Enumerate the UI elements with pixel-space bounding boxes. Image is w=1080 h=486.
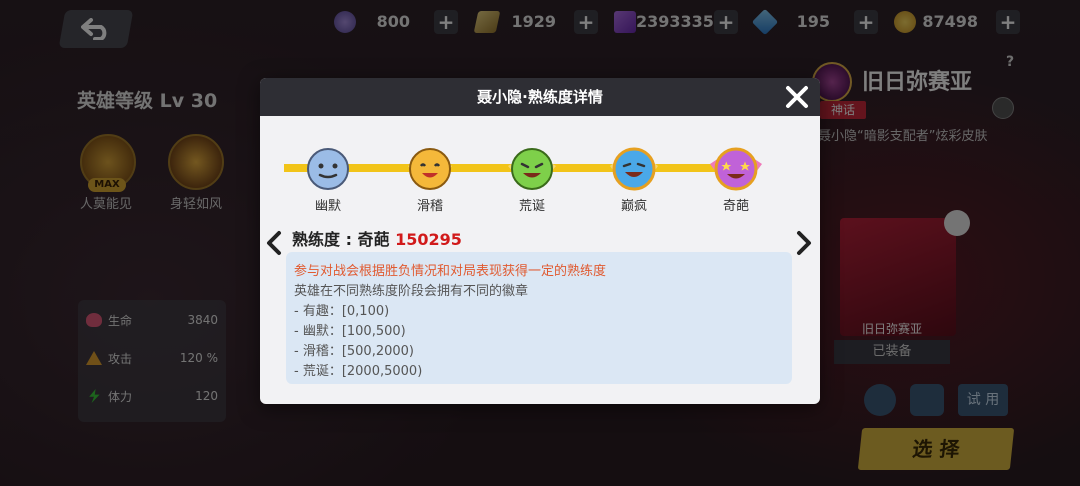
info-highlight: 参与对战会根据胜负情况和对局表现获得一定的熟练度 [294,264,607,279]
proficiency-label: 熟练度 : 奇葩 [292,230,390,249]
funny-badge-icon [408,148,452,190]
absurd-badge-icon [508,148,556,190]
info-line: - 幽默：[100,500) [294,324,406,339]
humor-badge-icon [307,148,349,190]
crazy-badge-icon [610,147,658,191]
info-line: - 滑稽：[500,2000) [294,344,414,359]
chevron-left-icon[interactable] [264,230,284,256]
level-label: 巅疯 [620,199,647,214]
proficiency-line: 熟练度 : 奇葩 150295 [292,226,462,250]
level-label: 滑稽 [416,199,443,214]
level-label: 幽默 [314,199,341,214]
info-line: - 荒诞：[2000,5000) [294,364,423,379]
info-box: 参与对战会根据胜负情况和对局表现获得一定的熟练度 英雄在不同熟练度阶段会拥有不同… [286,252,792,384]
proficiency-modal: 聂小隐·熟练度详情 幽默 滑稽 荒诞 巅疯 奇葩 熟练度: 奇葩 150295… [260,78,820,404]
level-label: 荒诞 [518,199,545,214]
info-line: - 有趣：[0,100) [294,304,390,319]
weird-badge-icon [710,147,762,191]
level-label: 奇葩 [722,199,749,214]
info-line: 英雄在不同熟练度阶段会拥有不同的徽章 [294,284,529,299]
close-icon[interactable] [784,84,810,110]
chevron-right-icon[interactable] [794,230,814,256]
proficiency-value: 150295 [395,230,462,249]
modal-title: 聂小隐·熟练度详情 [477,88,603,106]
